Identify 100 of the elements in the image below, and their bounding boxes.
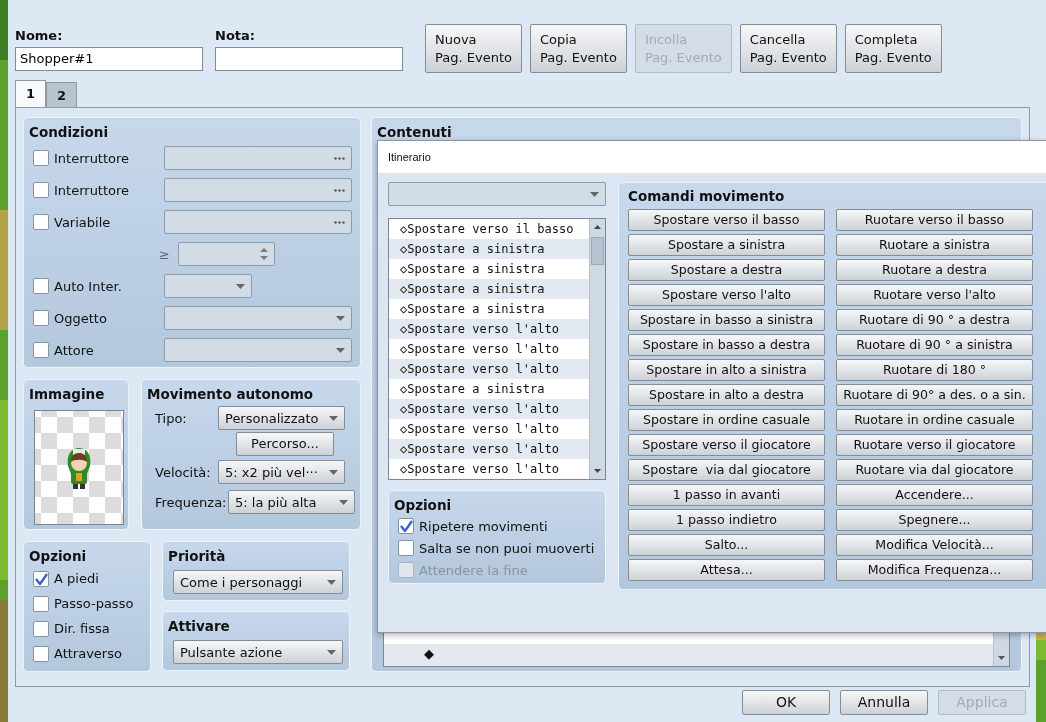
end-marker: ◆ xyxy=(424,646,434,661)
name-field[interactable]: Shopper#1 xyxy=(15,46,203,71)
panel-title: Immagine xyxy=(29,385,106,404)
list-item[interactable]: ◇Spostare verso il basso xyxy=(389,219,589,239)
command-button[interactable]: Spostare verso l'alto xyxy=(628,284,825,307)
switch-picker[interactable] xyxy=(164,210,352,235)
ellipsis-icon xyxy=(334,188,345,192)
scroll-thumb[interactable] xyxy=(591,237,604,265)
list-item[interactable]: ◇Spostare a sinistra xyxy=(389,239,589,259)
page-button[interactable]: Nuova Pag. Evento xyxy=(425,24,522,73)
command-button[interactable]: Spostare in basso a destra xyxy=(628,334,825,357)
command-button[interactable]: Modifica Frequenza... xyxy=(836,559,1033,582)
command-button[interactable]: Spostare in ordine casuale xyxy=(628,409,825,432)
caret-icon xyxy=(329,415,338,421)
command-button[interactable]: Spostare in alto a destra xyxy=(628,384,825,407)
spinner-arrows-icon xyxy=(259,247,268,262)
checkbox[interactable] xyxy=(33,310,49,327)
checkbox-label: Variabile xyxy=(54,213,112,232)
checkbox[interactable] xyxy=(398,518,414,535)
checkbox[interactable] xyxy=(33,150,49,167)
page-button[interactable]: Completa Pag. Evento xyxy=(844,24,942,73)
caret-icon xyxy=(236,283,245,289)
checkbox-label: A piedi xyxy=(54,570,99,588)
list-item[interactable]: ◇Spostare verso l'alto xyxy=(389,439,589,459)
command-button[interactable]: Ruotare in ordine casuale xyxy=(836,409,1033,432)
command-button[interactable]: 1 passo indietro xyxy=(628,509,825,532)
dropdown[interactable] xyxy=(164,274,252,299)
checkbox[interactable] xyxy=(33,570,49,587)
command-button[interactable]: Spostare in basso a sinistra xyxy=(628,309,825,332)
checkbox[interactable] xyxy=(33,342,49,359)
dropdown[interactable] xyxy=(388,182,606,206)
checkbox[interactable] xyxy=(33,214,49,231)
checkbox[interactable] xyxy=(398,540,414,557)
dropdown[interactable] xyxy=(164,306,352,331)
command-button[interactable]: Ruotare verso l'alto xyxy=(836,284,1033,307)
footer-button[interactable]: Annulla xyxy=(840,690,928,715)
panel-title: Movimento autonomo xyxy=(147,385,315,404)
caret-icon xyxy=(329,469,338,475)
field-label: Velocità: xyxy=(155,463,212,482)
footer-button[interactable]: OK xyxy=(742,690,830,715)
list-item[interactable]: ◇Spostare a sinistra xyxy=(389,379,589,399)
dropdown[interactable]: Personalizzato xyxy=(218,406,345,431)
checkbox[interactable] xyxy=(33,182,49,199)
command-button[interactable]: Attesa... xyxy=(628,559,825,582)
caret-icon xyxy=(336,347,345,353)
page-button[interactable]: Copia Pag. Evento xyxy=(529,24,627,73)
list-item[interactable]: ◇Spostare a sinistra xyxy=(389,259,589,279)
tab[interactable]: 2 xyxy=(46,82,78,107)
ellipsis-icon xyxy=(334,156,345,160)
route-button[interactable]: Percorso... xyxy=(236,432,334,457)
command-button[interactable]: Ruotare a sinistra xyxy=(836,234,1033,257)
command-button[interactable]: Spostare a destra xyxy=(628,259,825,282)
list-item[interactable]: ◇Spostare verso l'alto xyxy=(389,459,589,479)
panel-title: Priorità xyxy=(168,547,227,566)
command-button[interactable]: Ruotare di 90 ° a destra xyxy=(836,309,1033,332)
list-item[interactable]: ◇Spostare verso l'alto xyxy=(389,339,589,359)
dropdown[interactable]: 5: x2 più vel··· xyxy=(218,460,345,485)
switch-picker[interactable] xyxy=(164,178,352,203)
note-field[interactable] xyxy=(215,46,403,71)
panel-title: Comandi movimento xyxy=(628,187,786,206)
command-button[interactable]: Spostare verso il giocatore xyxy=(628,434,825,457)
command-button[interactable]: Ruotare via dal giocatore xyxy=(836,459,1033,482)
command-button[interactable]: Ruotare di 90 ° a sinistra xyxy=(836,334,1033,357)
comparison-symbol: ≥ xyxy=(159,245,170,264)
command-button[interactable]: Salto... xyxy=(628,534,825,557)
command-button[interactable]: Ruotare verso il basso xyxy=(836,209,1033,232)
page-button[interactable]: Cancella Pag. Evento xyxy=(739,24,837,73)
command-button[interactable]: Ruotare a destra xyxy=(836,259,1033,282)
command-button[interactable]: Spegnere... xyxy=(836,509,1033,532)
list-item[interactable]: ◇Spostare verso l'alto xyxy=(389,319,589,339)
dropdown[interactable]: Come i personaggi xyxy=(173,570,343,595)
checkbox-label: Attore xyxy=(54,341,95,360)
list-item[interactable]: ◇Spostare a sinistra xyxy=(389,279,589,299)
panel-title: Condizioni xyxy=(29,123,110,142)
checkbox[interactable] xyxy=(33,595,49,612)
command-button[interactable]: Ruotare di 180 ° xyxy=(836,359,1033,382)
list-item[interactable]: ◇Spostare verso l'alto xyxy=(389,419,589,439)
tab[interactable]: 1 xyxy=(15,80,47,107)
number-spinner[interactable] xyxy=(177,242,275,267)
checkbox[interactable] xyxy=(33,620,49,637)
command-button[interactable]: Spostare verso il basso xyxy=(628,209,825,232)
image-preview[interactable] xyxy=(34,410,124,526)
checkbox[interactable] xyxy=(33,645,49,662)
command-button[interactable]: Ruotare verso il giocatore xyxy=(836,434,1033,457)
command-button[interactable]: Modifica Velocità... xyxy=(836,534,1033,557)
command-button[interactable]: Spostare a sinistra xyxy=(628,234,825,257)
command-button[interactable]: Spostare via dal giocatore xyxy=(628,459,825,482)
dropdown[interactable] xyxy=(164,338,352,363)
command-button[interactable]: Accendere... xyxy=(836,484,1033,507)
switch-picker[interactable] xyxy=(164,146,352,171)
list-item[interactable]: ◇Spostare verso l'alto xyxy=(389,399,589,419)
list-item[interactable]: ◇Spostare a sinistra xyxy=(389,299,589,319)
checkbox[interactable] xyxy=(33,278,49,295)
command-button[interactable]: Spostare in alto a sinistra xyxy=(628,359,825,382)
command-button[interactable]: Ruotare di 90° a des. o a sin. xyxy=(836,384,1033,407)
command-button[interactable]: 1 passo in avanti xyxy=(628,484,825,507)
list-item[interactable]: ◇Spostare verso l'alto xyxy=(389,359,589,379)
dropdown[interactable]: Pulsante azione xyxy=(173,640,343,665)
scrollbar[interactable] xyxy=(589,219,605,479)
dropdown[interactable]: 5: la più alta xyxy=(228,490,355,515)
